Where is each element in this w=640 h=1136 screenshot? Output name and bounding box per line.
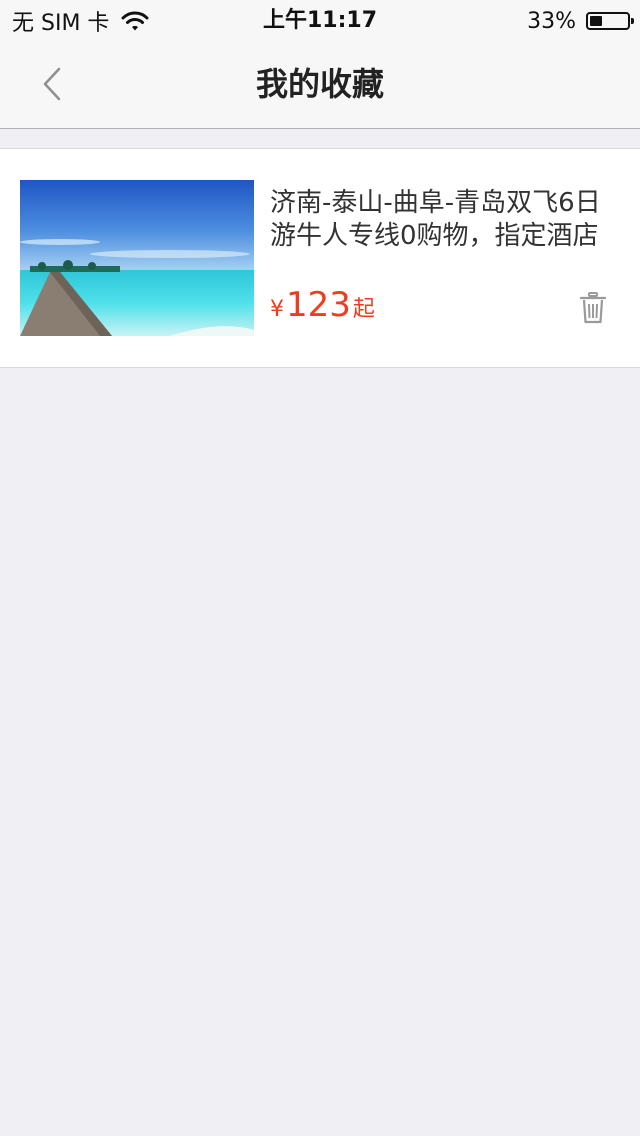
trash-icon (580, 292, 606, 324)
status-bar: 无 SIM 卡 上午11:17 33% (0, 0, 640, 40)
delete-button[interactable] (576, 289, 610, 327)
back-button[interactable] (28, 60, 76, 108)
price-suffix: 起 (352, 297, 375, 322)
nav-bar: 我的收藏 (0, 40, 640, 129)
price-currency: ¥ (270, 297, 284, 322)
price-amount: 123 (286, 285, 351, 325)
favorites-list: 济南-泰山-曲阜-青岛双飞6日游牛人专线0购物，指定酒店 ¥ 123 起 (0, 148, 640, 368)
battery-fill (590, 16, 602, 26)
status-right: 33% (527, 6, 634, 36)
list-item[interactable]: 济南-泰山-曲阜-青岛双飞6日游牛人专线0购物，指定酒店 ¥ 123 起 (0, 149, 640, 367)
chevron-left-icon (43, 67, 61, 101)
item-price: ¥ 123 起 (270, 285, 375, 325)
page-title: 我的收藏 (255, 65, 384, 103)
battery-percent: 33% (527, 8, 576, 34)
item-title: 济南-泰山-曲阜-青岛双飞6日游牛人专线0购物，指定酒店 (270, 188, 601, 251)
beach-pier-image (20, 180, 254, 336)
battery-icon (586, 12, 634, 30)
